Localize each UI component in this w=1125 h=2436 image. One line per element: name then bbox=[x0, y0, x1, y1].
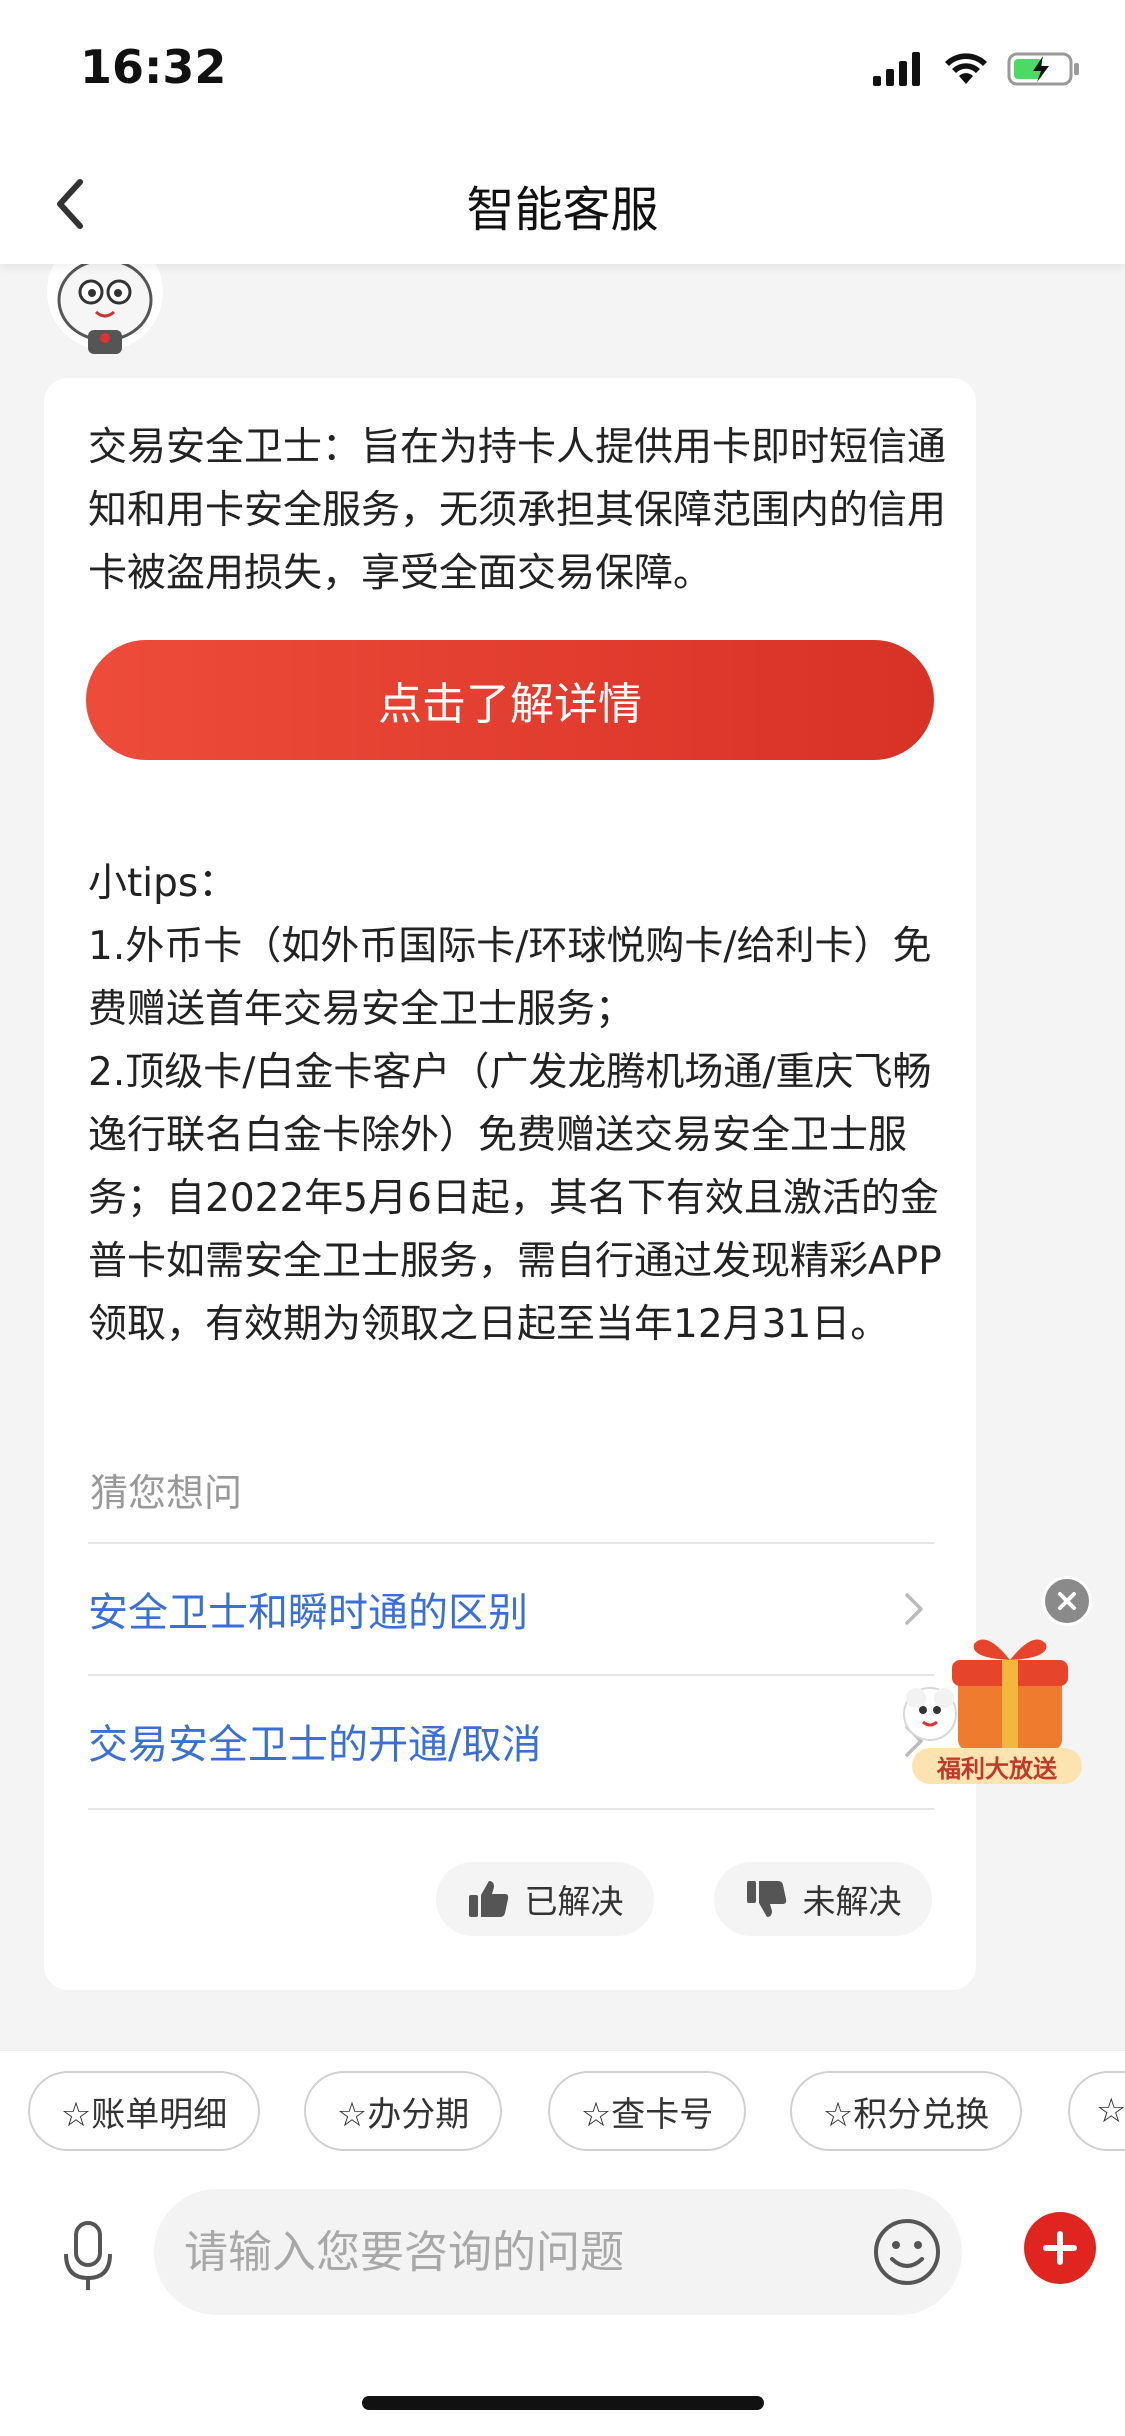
tips-item: 2.顶级卡/白金卡客户（广发龙腾机场通/重庆飞畅逸行联名白金卡除外）免费赠送交易… bbox=[88, 1050, 942, 1347]
nav-bar: 智能客服 bbox=[0, 140, 1125, 264]
microphone-icon bbox=[64, 2221, 112, 2290]
suggested-question[interactable]: 安全卫士和瞬时通的区别 bbox=[88, 1544, 934, 1674]
tips-block: 小tips： 1.外币卡（如外币国际卡/环球悦购卡/给利卡）免费赠送首年交易安全… bbox=[88, 852, 948, 1356]
wifi-icon bbox=[945, 53, 987, 84]
unresolved-button[interactable]: 未解决 bbox=[714, 1862, 932, 1936]
more-options-button[interactable] bbox=[1024, 2212, 1096, 2284]
close-icon bbox=[1058, 1592, 1076, 1610]
promo-label: 福利大放送 bbox=[912, 1748, 1082, 1784]
status-bar: 16:32 bbox=[0, 0, 1125, 140]
divider bbox=[88, 1808, 934, 1810]
tips-item: 1.外币卡（如外币国际卡/环球悦购卡/给利卡）免费赠送首年交易安全卫士服务； bbox=[88, 924, 932, 1032]
status-icons bbox=[873, 46, 1081, 92]
page-title: 智能客服 bbox=[466, 182, 659, 238]
tips-heading: 小tips： bbox=[88, 861, 238, 906]
promo-close-button[interactable] bbox=[1042, 1576, 1092, 1626]
voice-input-button[interactable] bbox=[48, 2217, 128, 2297]
suggested-questions-title: 猜您想问 bbox=[90, 1471, 243, 1515]
message-input-box bbox=[154, 2189, 962, 2315]
promo-gift-button[interactable]: 福利大放送 bbox=[890, 1630, 1090, 1790]
message-card: 交易安全卫士：旨在为持卡人提供用卡即时短信通知和用卡安全服务，无须承担其保障范围… bbox=[44, 378, 976, 1990]
quick-reply-chip[interactable]: ☆账单明细 bbox=[28, 2071, 260, 2151]
quick-reply-chip[interactable]: ☆ bbox=[1068, 2071, 1125, 2151]
suggested-question-label: 交易安全卫士的开通/取消 bbox=[88, 1722, 542, 1768]
plus-icon bbox=[1043, 2231, 1077, 2265]
quick-reply-chip[interactable]: ☆积分兑换 bbox=[790, 2071, 1022, 2151]
resolved-label: 已解决 bbox=[524, 1882, 624, 1921]
bottom-bar: ☆账单明细 ☆办分期 ☆查卡号 ☆积分兑换 ☆ bbox=[0, 2050, 1125, 2436]
status-time: 16:32 bbox=[80, 40, 227, 94]
thumbs-up-icon bbox=[468, 1881, 508, 1917]
resolved-button[interactable]: 已解决 bbox=[436, 1862, 654, 1936]
home-indicator bbox=[362, 2396, 764, 2410]
intro-text: 交易安全卫士：旨在为持卡人提供用卡即时短信通知和用卡安全服务，无须承担其保障范围… bbox=[88, 425, 947, 596]
quick-reply-chip[interactable]: ☆查卡号 bbox=[548, 2071, 746, 2151]
bot-avatar bbox=[46, 252, 164, 362]
quick-reply-row: ☆账单明细 ☆办分期 ☆查卡号 ☆积分兑换 ☆ bbox=[0, 2071, 1125, 2155]
unresolved-label: 未解决 bbox=[802, 1882, 902, 1921]
quick-reply-chip[interactable]: ☆办分期 bbox=[304, 2071, 502, 2151]
bot-avatar-icon bbox=[47, 252, 163, 354]
learn-more-button[interactable]: 点击了解详情 bbox=[86, 640, 934, 760]
smiley-icon bbox=[874, 2219, 940, 2285]
suggested-question[interactable]: 交易安全卫士的开通/取消 bbox=[88, 1676, 934, 1806]
battery-charging-icon bbox=[1007, 52, 1079, 86]
message-input[interactable] bbox=[184, 2189, 824, 2315]
chevron-right-icon bbox=[894, 1589, 934, 1629]
gift-box-icon bbox=[903, 1639, 1068, 1750]
thumbs-down-icon bbox=[746, 1881, 786, 1917]
emoji-button[interactable] bbox=[872, 2217, 942, 2287]
signal-icon bbox=[873, 52, 920, 86]
suggested-question-label: 安全卫士和瞬时通的区别 bbox=[88, 1590, 528, 1636]
